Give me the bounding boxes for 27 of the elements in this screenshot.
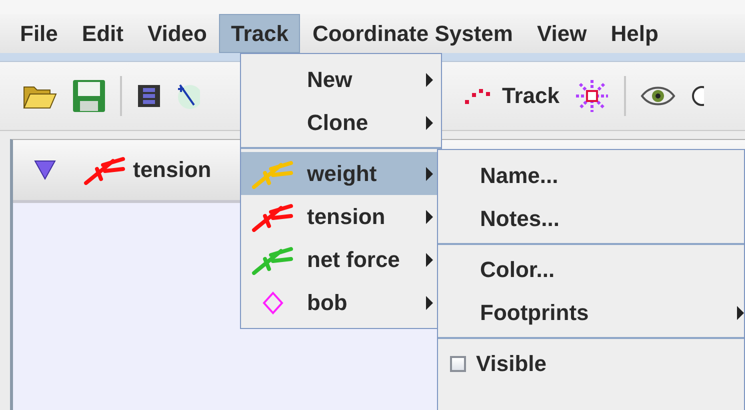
menu-item-label: bob — [307, 290, 348, 316]
menu-item[interactable]: Clone — [241, 101, 441, 144]
menu-item-label: net force — [307, 246, 400, 272]
menu-item[interactable]: Name... — [438, 154, 744, 197]
menu-item[interactable]: New — [241, 58, 441, 101]
menu-item-label: Clone — [307, 110, 368, 136]
menu-title[interactable]: File — [8, 14, 70, 53]
menu-item[interactable]: Footprints — [438, 291, 744, 334]
menu-title[interactable]: Track — [218, 14, 300, 53]
track-button[interactable]: Track — [464, 83, 560, 109]
menu-item-label: Color... — [480, 256, 555, 282]
menu-title[interactable]: Edit — [70, 14, 136, 53]
menu-item-label: New — [307, 66, 352, 92]
menu-item-label: weight — [307, 160, 377, 186]
menu-item-label: Notes... — [480, 206, 560, 232]
menu-item[interactable]: Notes... — [438, 197, 744, 240]
menu-title[interactable]: Coordinate System — [300, 14, 525, 53]
menu-item-label: tension — [307, 204, 386, 230]
menu-title[interactable]: View — [524, 14, 599, 53]
menu-title[interactable]: Help — [598, 14, 670, 53]
menu-item-label: Visible — [476, 350, 547, 376]
track-selector[interactable]: tension — [83, 155, 212, 185]
menu-item[interactable]: Color... — [438, 248, 744, 291]
menu-item-label: Footprints — [480, 300, 589, 326]
menu-item-label: Name... — [480, 162, 558, 188]
menu-title[interactable]: Video — [135, 14, 219, 53]
checkbox-menu-item[interactable]: Visible — [438, 342, 744, 385]
